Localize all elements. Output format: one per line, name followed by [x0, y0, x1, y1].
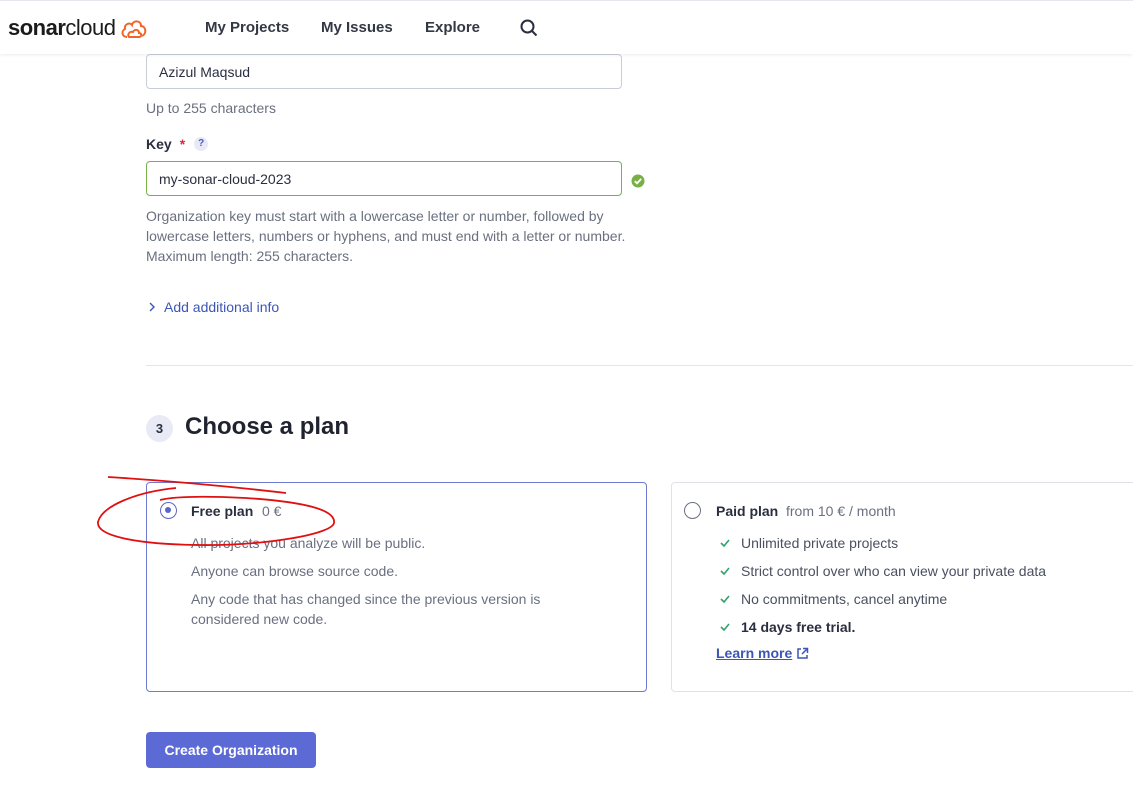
logo-text-sonar: sonar: [8, 15, 66, 40]
organization-name-input[interactable]: [146, 54, 622, 89]
section-title: Choose a plan: [185, 413, 350, 440]
free-plan-card[interactable]: Free plan 0 € All projects you analyze w…: [146, 482, 647, 692]
free-plan-line: Anyone can browse source code.: [191, 563, 399, 579]
add-additional-info-label: Add additional info: [164, 299, 280, 315]
free-plan-radio[interactable]: [160, 502, 177, 519]
learn-more-label: Learn more: [716, 645, 793, 661]
nav-explore[interactable]: Explore: [425, 19, 480, 36]
step-number-badge: 3: [146, 415, 173, 442]
paid-plan-radio[interactable]: [684, 502, 701, 519]
paid-feature-item: Strict control over who can view your pr…: [720, 563, 1046, 579]
paid-feature-item: Unlimited private projects: [720, 535, 898, 551]
check-icon: [720, 567, 730, 575]
nav-my-projects[interactable]: My Projects: [205, 19, 289, 36]
paid-feature-text: 14 days free trial.: [741, 619, 856, 635]
required-asterisk: *: [179, 136, 186, 152]
key-label-text: Key: [146, 136, 172, 152]
top-navigation-bar: sonar cloud My Projects My Issues Explore: [0, 0, 1133, 54]
paid-feature-text: Strict control over who can view your pr…: [741, 563, 1047, 579]
free-plan-name: Free plan: [191, 503, 254, 519]
add-additional-info-toggle[interactable]: Add additional info: [148, 299, 279, 315]
cloud-logo-icon: [121, 20, 146, 38]
logo-text-cloud: cloud: [65, 15, 116, 40]
paid-plan-price: from 10 € / month: [786, 503, 896, 519]
free-plan-price: 0 €: [262, 503, 282, 519]
key-label: Key * ?: [146, 136, 209, 152]
name-help-text: Up to 255 characters: [146, 100, 276, 116]
check-icon: [720, 623, 730, 631]
search-icon[interactable]: [520, 19, 538, 42]
section-divider: [146, 365, 1133, 366]
free-plan-line: Any code that has changed since the prev…: [191, 591, 541, 627]
sonarcloud-logo[interactable]: sonar cloud: [8, 15, 148, 41]
external-link-icon: [797, 647, 809, 659]
check-icon: [720, 539, 730, 547]
paid-feature-text: No commitments, cancel anytime: [741, 591, 948, 607]
nav-my-issues[interactable]: My Issues: [321, 19, 393, 36]
paid-plan-card[interactable]: Paid plan from 10 € / month Unlimited pr…: [671, 482, 1133, 692]
chevron-right-icon: [149, 302, 155, 312]
paid-feature-item: 14 days free trial.: [720, 619, 855, 635]
valid-check-icon: [631, 174, 645, 193]
key-help-text: Organization key must start with a lower…: [146, 208, 626, 264]
check-icon: [720, 595, 730, 603]
paid-feature-text: Unlimited private projects: [741, 535, 899, 551]
help-icon[interactable]: ?: [194, 137, 209, 151]
free-plan-line: All projects you analyze will be public.: [191, 535, 426, 551]
paid-feature-item: No commitments, cancel anytime: [720, 591, 947, 607]
paid-plan-name: Paid plan: [716, 503, 779, 519]
organization-key-input[interactable]: [146, 161, 622, 196]
create-organization-button[interactable]: Create Organization: [146, 732, 316, 768]
learn-more-link[interactable]: Learn more: [716, 645, 809, 661]
